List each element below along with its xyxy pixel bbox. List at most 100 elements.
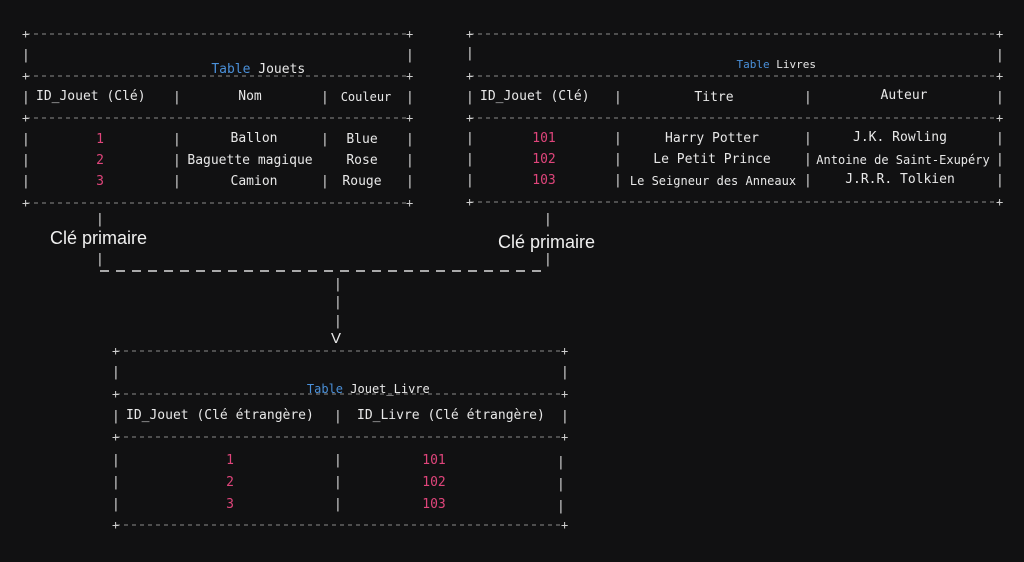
livres-header-id: ID_Jouet (Clé) — [480, 89, 590, 104]
livres-row-auteur: J.K. Rowling — [853, 130, 947, 145]
svg-text:+: + — [22, 196, 29, 210]
svg-text:|: | — [557, 455, 565, 470]
svg-text:|: | — [544, 212, 552, 227]
jouet-livre-title-keyword: Table — [306, 382, 344, 396]
jouet-livre-row-livre: 102 — [422, 475, 446, 490]
svg-text:|: | — [334, 295, 342, 310]
svg-text:|: | — [173, 174, 181, 189]
livres-title-keyword: Table — [736, 58, 770, 71]
jouet-livre-row-livre: 103 — [422, 497, 446, 512]
jouets-row-nom: Ballon — [230, 131, 278, 146]
jouets-title: Table Jouets — [180, 46, 305, 94]
jouets-row-couleur: Blue — [346, 132, 378, 147]
svg-text:|: | — [466, 152, 474, 167]
svg-text:|: | — [96, 252, 104, 267]
svg-text:|: | — [557, 477, 565, 492]
svg-text:|: | — [406, 153, 414, 168]
jouet-livre-title-name: Jouet_Livre — [350, 382, 430, 396]
svg-text:|: | — [996, 90, 1004, 105]
svg-text:|: | — [321, 90, 329, 105]
svg-text:+: + — [996, 195, 1003, 209]
svg-text:|: | — [112, 365, 120, 380]
svg-text:|: | — [561, 365, 569, 380]
svg-text:|: | — [466, 173, 474, 188]
jouets-title-name: Jouets — [258, 62, 306, 77]
svg-text:+: + — [561, 430, 568, 444]
jouet-livre-row-jouet: 1 — [226, 453, 234, 468]
livres-row-auteur: J.R.R. Tolkien — [845, 172, 955, 187]
svg-text:+: + — [996, 69, 1003, 83]
svg-text:|: | — [614, 152, 622, 167]
right-primary-key-label: Clé primaire — [498, 232, 596, 252]
svg-text:+: + — [22, 27, 29, 41]
svg-text:+: + — [406, 27, 413, 41]
svg-text:|: | — [173, 132, 181, 147]
svg-text:|: | — [996, 131, 1004, 146]
svg-text:|: | — [406, 48, 414, 63]
svg-text:|: | — [466, 90, 474, 105]
svg-text:|: | — [112, 409, 120, 424]
livres-header-titre: Titre — [694, 90, 734, 105]
svg-text:+: + — [561, 518, 568, 532]
jouets-row-id: 1 — [96, 132, 104, 147]
svg-text:|: | — [406, 174, 414, 189]
jouets-row-nom: Baguette magique — [187, 153, 313, 168]
livres-row-id: 101 — [532, 131, 556, 146]
arrow-head: V — [331, 330, 342, 347]
svg-text:+: + — [561, 387, 568, 401]
svg-text:|: | — [334, 497, 342, 512]
svg-text:|: | — [466, 131, 474, 146]
svg-text:+: + — [112, 430, 119, 444]
jouets-row-id: 2 — [96, 153, 104, 168]
jouets-title-keyword: Table — [211, 62, 251, 77]
livres-row-titre: Harry Potter — [665, 131, 759, 146]
svg-text:+: + — [22, 69, 29, 83]
jouets-header-id: ID_Jouet (Clé) — [36, 89, 146, 104]
livres-row-id: 102 — [532, 152, 556, 167]
svg-text:|: | — [614, 90, 622, 105]
livres-row-titre: Le Petit Prince — [653, 152, 771, 167]
left-primary-key-label: Clé primaire — [50, 228, 148, 248]
svg-text:+: + — [406, 69, 413, 83]
livres-row-auteur: Antoine de Saint-Exupéry — [816, 153, 990, 167]
svg-text:|: | — [334, 277, 342, 292]
jouet-livre-row-jouet: 3 — [226, 497, 234, 512]
jouets-row-couleur: Rose — [346, 153, 378, 168]
svg-text:|: | — [561, 409, 569, 424]
jouets-row-id: 3 — [96, 174, 104, 189]
svg-text:+: + — [466, 69, 473, 83]
livres-title: Table Livres — [710, 45, 817, 84]
jouet-livre-title: Table Jouet_Livre — [278, 368, 430, 410]
svg-text:+: + — [112, 518, 119, 532]
svg-text:|: | — [406, 90, 414, 105]
svg-text:+: + — [996, 27, 1003, 41]
jouet-livre-header-livre: ID_Livre (Clé étrangère) — [357, 408, 545, 423]
svg-text:+: + — [112, 344, 119, 358]
svg-text:+: + — [406, 111, 413, 125]
svg-text:|: | — [466, 46, 474, 61]
jouet-livre-header-jouet: ID_Jouet (Clé étrangère) — [126, 408, 314, 423]
svg-text:+: + — [466, 111, 473, 125]
livres-title-name: Livres — [776, 58, 816, 71]
jouets-header-nom: Nom — [238, 89, 262, 104]
svg-text:|: | — [544, 252, 552, 267]
livres-row-titre: Le Seigneur des Anneaux — [629, 174, 797, 188]
svg-text:+: + — [406, 196, 413, 210]
svg-text:|: | — [406, 132, 414, 147]
svg-text:|: | — [22, 132, 30, 147]
jouets-header-couleur: Couleur — [340, 90, 392, 104]
svg-text:|: | — [557, 499, 565, 514]
svg-text:|: | — [804, 90, 812, 105]
svg-text:|: | — [334, 314, 342, 329]
svg-text:+: + — [466, 27, 473, 41]
svg-text:|: | — [22, 153, 30, 168]
svg-text:|: | — [334, 409, 342, 424]
svg-text:|: | — [22, 90, 30, 105]
svg-text:|: | — [996, 48, 1004, 63]
svg-text:+: + — [561, 344, 568, 358]
jouet-livre-row-jouet: 2 — [226, 475, 234, 490]
svg-text:|: | — [22, 48, 30, 63]
svg-text:|: | — [112, 453, 120, 468]
svg-text:|: | — [996, 152, 1004, 167]
jouets-row-nom: Camion — [230, 174, 278, 189]
